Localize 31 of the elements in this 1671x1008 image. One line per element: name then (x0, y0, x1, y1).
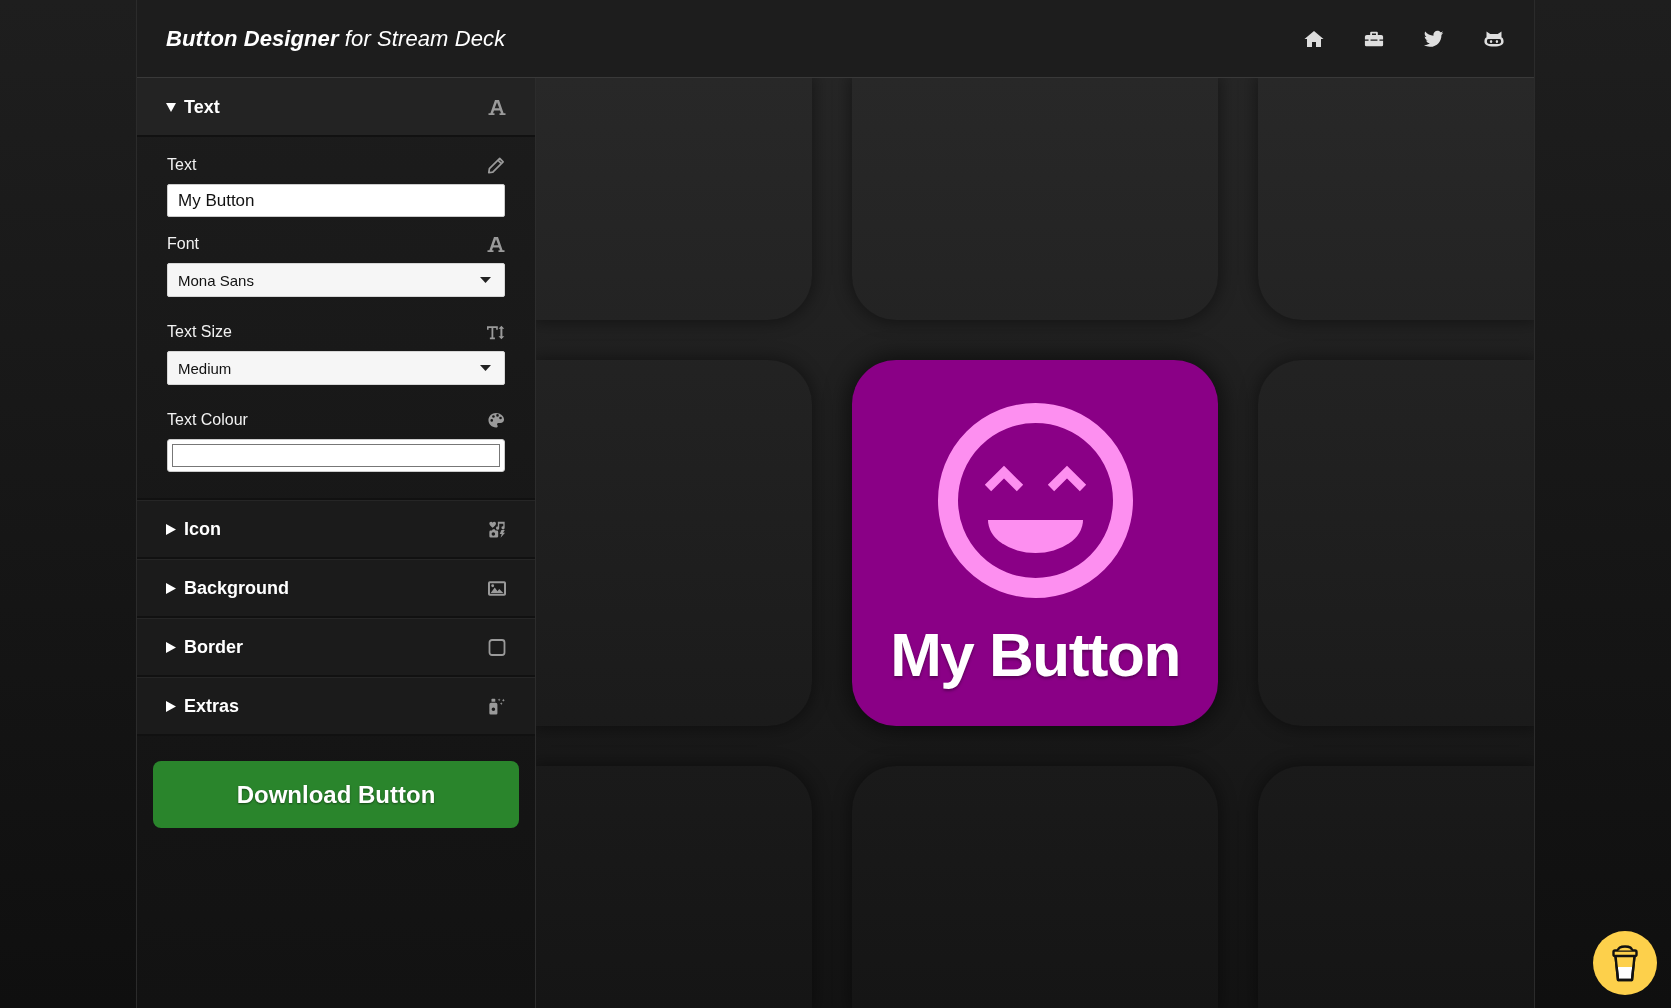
dropdown[interactable]: Mona Sans (167, 263, 505, 297)
palette-icon (487, 411, 505, 429)
field-label: Font (167, 235, 199, 253)
toolbox-icon[interactable] (1364, 29, 1384, 48)
text-height-icon (487, 323, 505, 341)
section-header[interactable]: Border (137, 618, 535, 677)
smiley-face-icon (937, 403, 1133, 598)
field-label: Text Colour (167, 411, 248, 429)
app-title: Button Designer for Stream Deck (166, 25, 506, 52)
spray-bottle-icon (488, 697, 506, 715)
field-label: Text (167, 156, 197, 174)
section-header[interactable]: Extras (137, 677, 535, 736)
font-icon (488, 98, 506, 116)
home-icon[interactable] (1304, 29, 1324, 48)
coffee-cup-icon[interactable] (1593, 931, 1657, 995)
text-input[interactable]: My Button (167, 184, 505, 217)
pencil-icon (487, 156, 505, 174)
bird-icon[interactable] (1424, 29, 1444, 48)
section-header[interactable]: Icon (137, 500, 535, 559)
section-header[interactable]: Text (137, 78, 535, 137)
font-icon (487, 235, 505, 253)
icon-set-icon (488, 520, 506, 538)
dropdown[interactable]: Medium (167, 351, 505, 385)
square-icon (488, 638, 506, 656)
section-header[interactable]: Background (137, 559, 535, 618)
caret-down-icon (480, 365, 491, 371)
caret-down-icon (480, 277, 491, 283)
download-button[interactable]: Download Button (153, 761, 519, 828)
cat-face-icon[interactable] (1484, 29, 1504, 48)
field-label: Text Size (167, 323, 232, 341)
image-icon (488, 579, 506, 597)
